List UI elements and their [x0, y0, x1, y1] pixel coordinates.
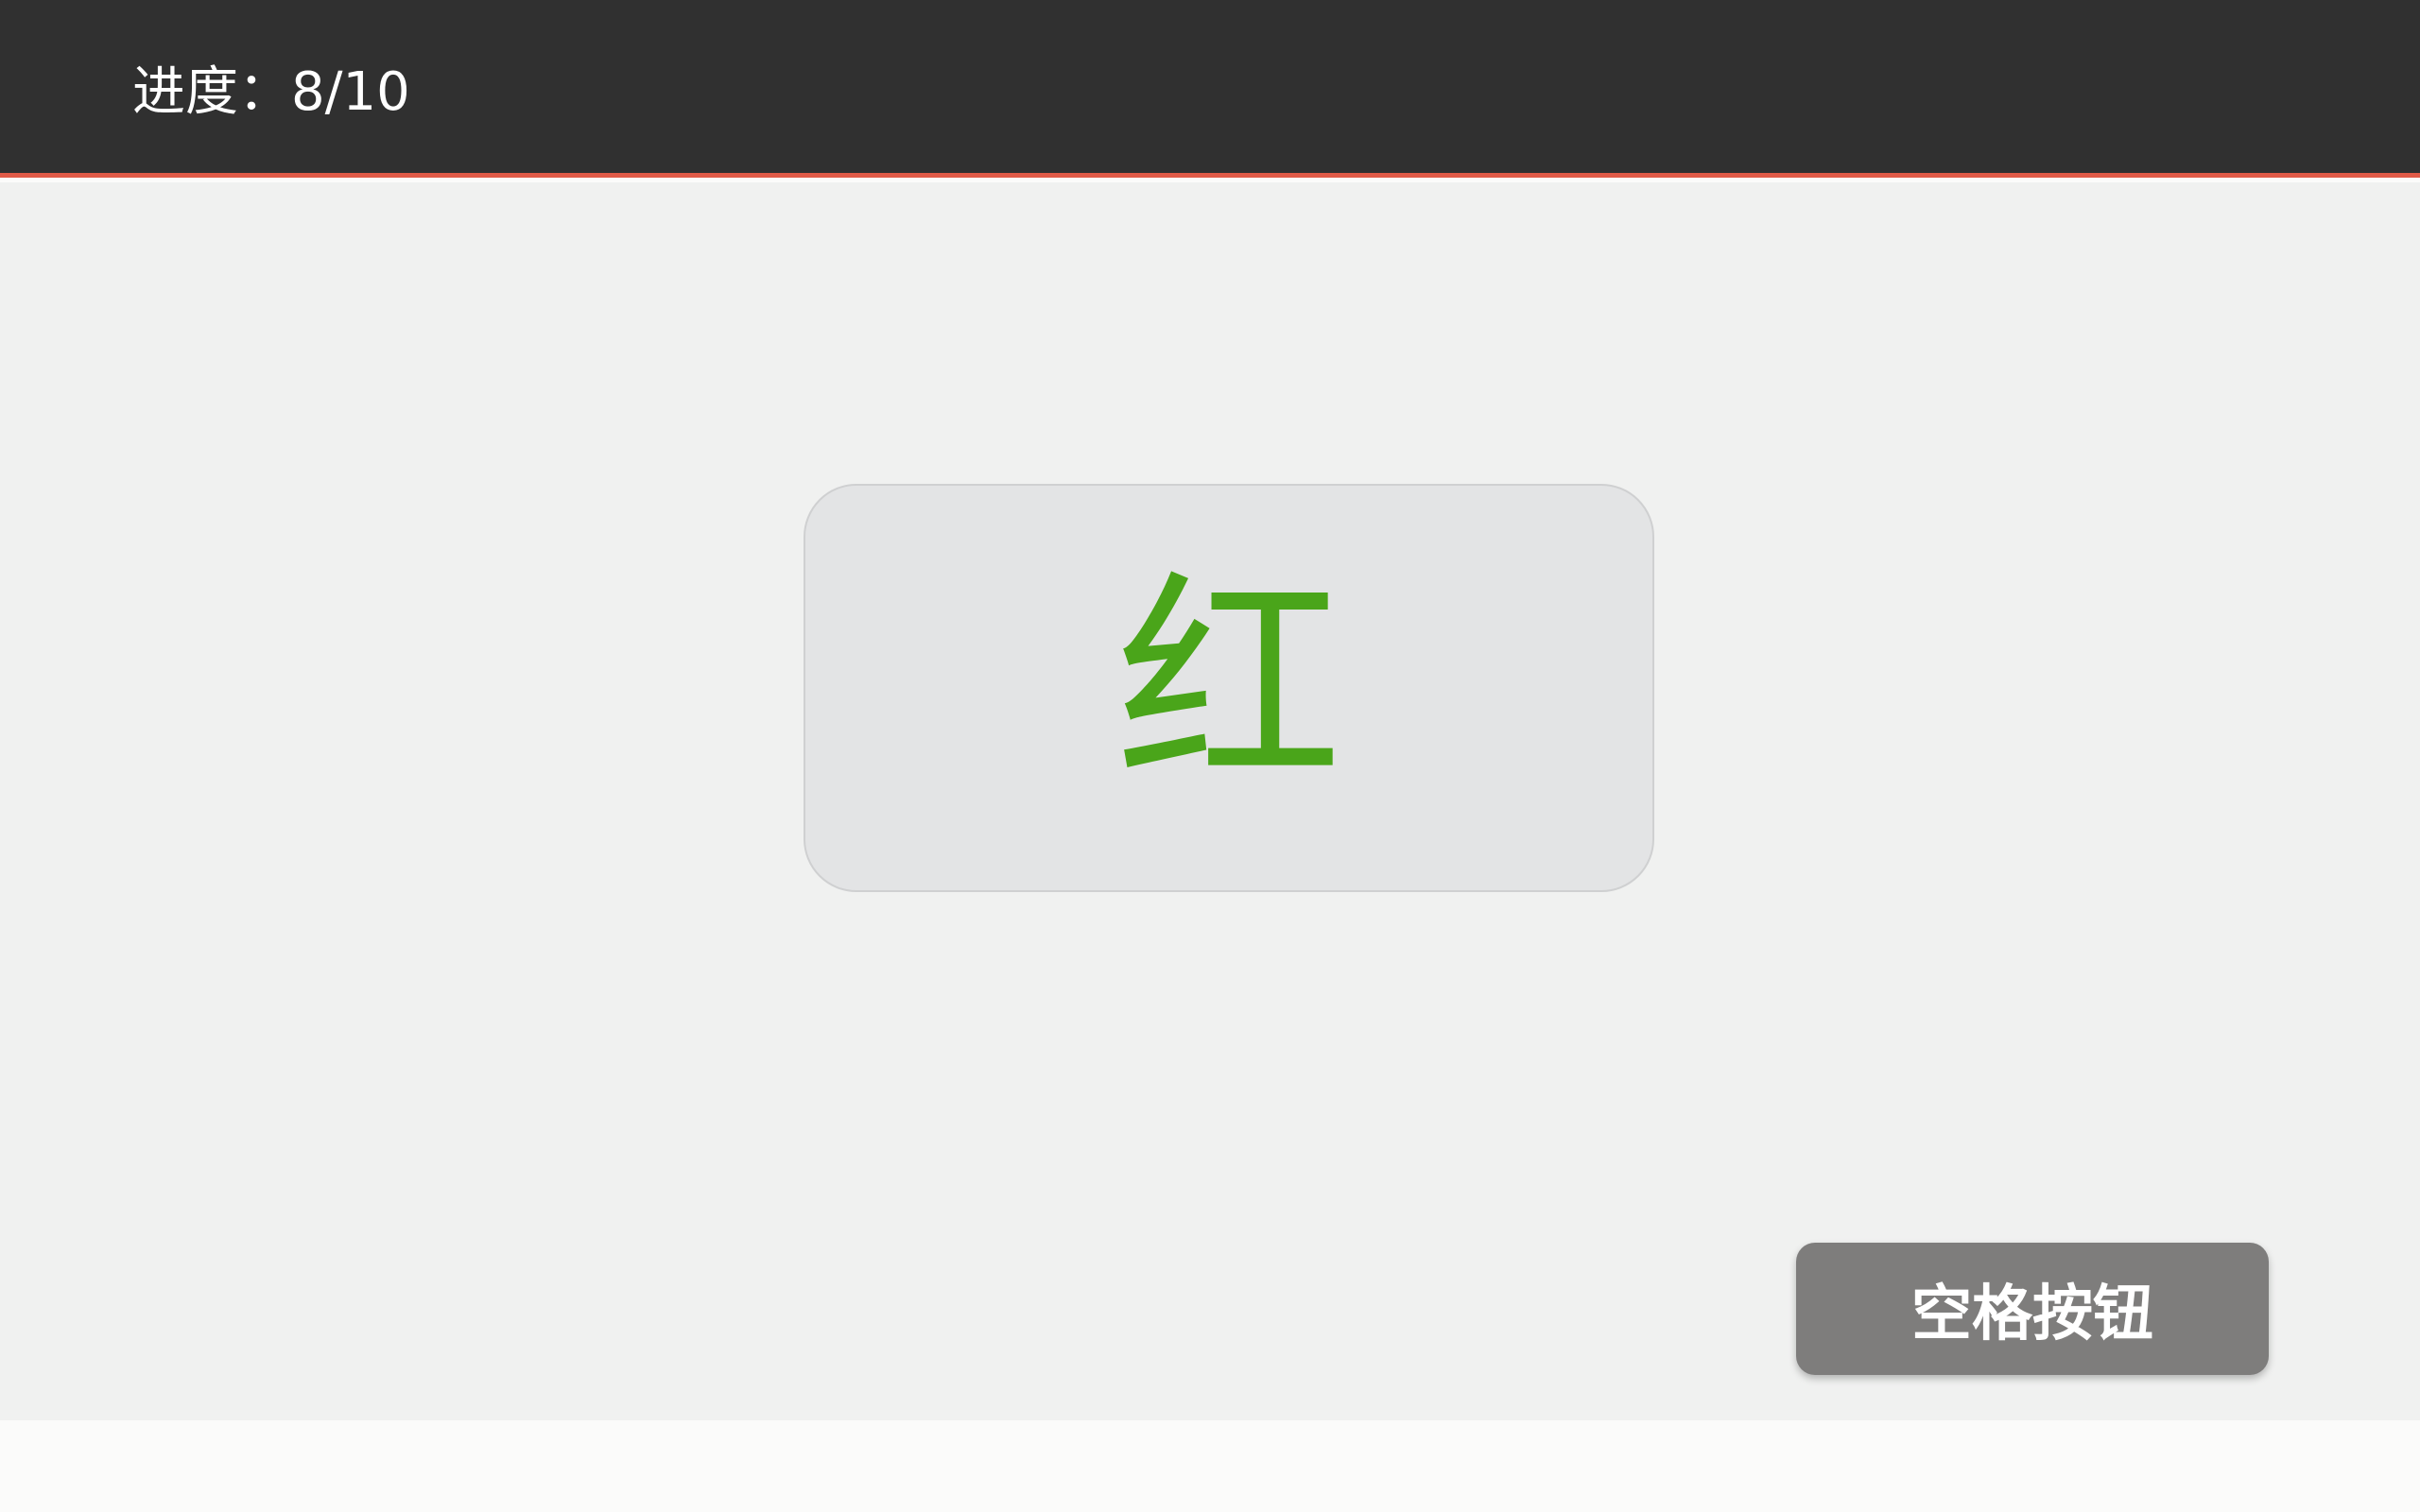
- progress-label: 进度：8/10: [132, 61, 410, 123]
- main-area: 红 空格按钮: [0, 182, 2420, 1420]
- space-button[interactable]: 空格按钮: [1796, 1243, 2269, 1375]
- stimulus-word: 红: [1115, 551, 1342, 816]
- stimulus-card: 红: [804, 484, 1654, 892]
- top-bar: 进度：8/10: [0, 0, 2420, 178]
